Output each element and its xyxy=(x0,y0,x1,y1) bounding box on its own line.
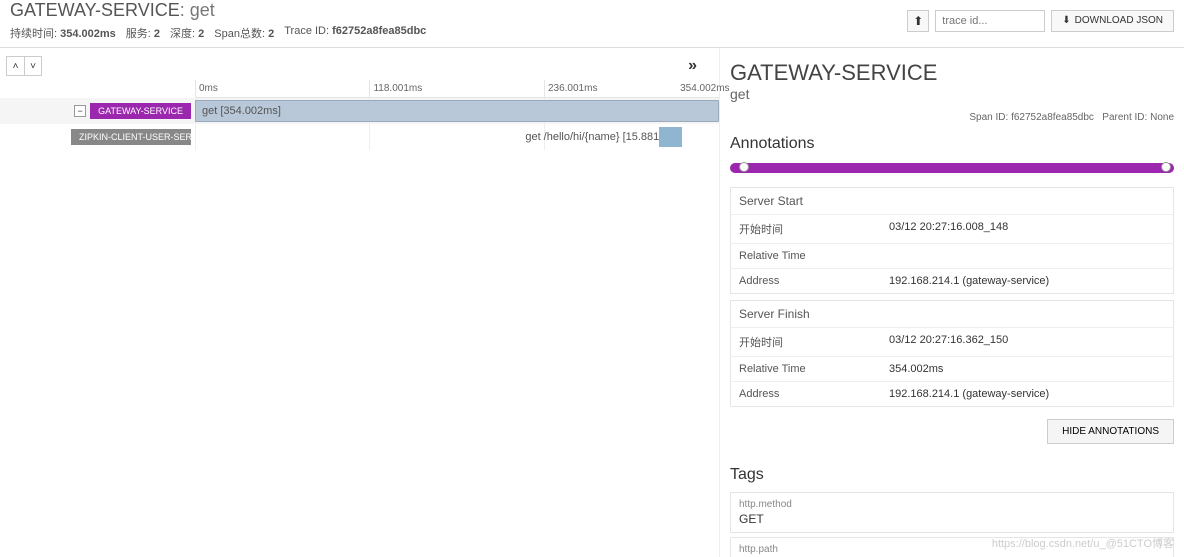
span-bar[interactable]: get [354.002ms] xyxy=(195,100,719,122)
span-bar-col: get /hello/hi/{name} [15.881ms] xyxy=(195,124,719,150)
annotation-value: 03/12 20:27:16.362_150 xyxy=(889,334,1165,350)
chevron-up-icon: ˄ xyxy=(13,61,19,72)
span-bar-label: get /hello/hi/{name} [15.881ms] xyxy=(525,131,677,143)
tags-heading: Tags xyxy=(730,466,1174,484)
annotation-key: Relative Time xyxy=(739,250,889,262)
span-duration-bar xyxy=(659,127,683,147)
annotation-value: 192.168.214.1 (gateway-service) xyxy=(889,275,1165,287)
download-icon: ⬇ xyxy=(1062,15,1070,26)
page-title: GATEWAY-SERVICE: get xyxy=(10,0,426,21)
tag-key: http.method xyxy=(739,499,1165,510)
span-service-tag: GATEWAY-SERVICE xyxy=(90,103,191,119)
title-method: : get xyxy=(180,0,215,20)
annotation-row: Address192.168.214.1 (gateway-service) xyxy=(731,381,1173,406)
annotation-row: Relative Time354.002ms xyxy=(731,356,1173,381)
main: ˄ ˅ » 0ms 118.001ms 236.001ms 354.002ms … xyxy=(0,48,1184,557)
hide-annotations-button[interactable]: HIDE ANNOTATIONS xyxy=(1047,419,1174,444)
time-tick: 354.002ms xyxy=(677,80,729,98)
annotation-group: Server Start开始时间03/12 20:27:16.008_148Re… xyxy=(730,187,1174,294)
annotation-row: 开始时间03/12 20:27:16.008_148 xyxy=(731,214,1173,243)
annotation-row: Address192.168.214.1 (gateway-service) xyxy=(731,268,1173,293)
annotation-row: Relative Time xyxy=(731,243,1173,268)
collapse-up-button[interactable]: ˄ xyxy=(6,56,24,76)
annotation-key: Address xyxy=(739,388,889,400)
download-label: DOWNLOAD JSON xyxy=(1075,15,1163,26)
annotation-dot-start[interactable] xyxy=(739,162,749,172)
arrow-group: ˄ ˅ xyxy=(6,56,42,76)
annotations-heading: Annotations xyxy=(730,135,1174,153)
meta-line: 持续时间: 354.002ms 服务: 2 深度: 2 Span总数: 2 Tr… xyxy=(10,25,426,41)
chevron-double-right-icon: » xyxy=(688,57,697,74)
id-line: Span ID: f62752a8fea85dbc Parent ID: Non… xyxy=(730,112,1174,123)
annotation-key: Relative Time xyxy=(739,363,889,375)
span-bar-label: get [354.002ms] xyxy=(202,105,281,117)
detail-subtitle: get xyxy=(730,86,1174,102)
tag-value: GET xyxy=(739,512,1165,526)
annotation-group: Server Finish开始时间03/12 20:27:16.362_150R… xyxy=(730,300,1174,407)
collapse-right-button[interactable]: » xyxy=(688,57,713,75)
annotation-dot-end[interactable] xyxy=(1161,162,1171,172)
expand-down-button[interactable]: ˅ xyxy=(24,56,42,76)
annotation-row: 开始时间03/12 20:27:16.362_150 xyxy=(731,327,1173,356)
annotation-timeline[interactable] xyxy=(730,163,1174,173)
annotation-value xyxy=(889,250,1165,262)
topbar-left: GATEWAY-SERVICE: get 持续时间: 354.002ms 服务:… xyxy=(10,0,426,41)
annotation-key: 开始时间 xyxy=(739,334,889,350)
timeline-pane: ˄ ˅ » 0ms 118.001ms 236.001ms 354.002ms … xyxy=(0,48,719,557)
trace-id-input[interactable] xyxy=(935,10,1045,32)
download-json-button[interactable]: ⬇ DOWNLOAD JSON xyxy=(1051,10,1174,32)
upload-button[interactable]: ⬆ xyxy=(907,10,929,32)
annotation-value: 192.168.214.1 (gateway-service) xyxy=(889,388,1165,400)
chevron-down-icon: ˅ xyxy=(30,61,36,72)
topbar: GATEWAY-SERVICE: get 持续时间: 354.002ms 服务:… xyxy=(0,0,1184,48)
annotation-key: 开始时间 xyxy=(739,221,889,237)
time-tick: 0ms xyxy=(195,80,218,98)
time-tick: 236.001ms xyxy=(544,80,597,98)
detail-pane: GATEWAY-SERVICE get Span ID: f62752a8fea… xyxy=(719,48,1184,557)
annotation-value: 03/12 20:27:16.008_148 xyxy=(889,221,1165,237)
span-service-tag: ZIPKIN-CLIENT-USER-SERVICE xyxy=(71,129,191,145)
title-service: GATEWAY-SERVICE xyxy=(10,0,180,20)
span-label-col: ZIPKIN-CLIENT-USER-SERVICE xyxy=(0,129,195,145)
annotation-group-title: Server Start xyxy=(731,188,1173,214)
span-bar-col: get [354.002ms] xyxy=(195,98,719,124)
span-bar[interactable]: get /hello/hi/{name} [15.881ms] xyxy=(195,126,719,148)
span-label-col: − GATEWAY-SERVICE xyxy=(0,103,195,119)
annotation-group-title: Server Finish xyxy=(731,301,1173,327)
detail-title: GATEWAY-SERVICE xyxy=(730,60,1174,86)
span-row[interactable]: ZIPKIN-CLIENT-USER-SERVICE get /hello/hi… xyxy=(0,124,719,150)
annotation-key: Address xyxy=(739,275,889,287)
time-header: 0ms 118.001ms 236.001ms 354.002ms xyxy=(195,80,719,98)
timeline-area: 0ms 118.001ms 236.001ms 354.002ms − GATE… xyxy=(0,80,719,150)
span-row[interactable]: − GATEWAY-SERVICE get [354.002ms] xyxy=(0,98,719,124)
tree-toggle[interactable]: − xyxy=(74,105,86,117)
time-tick: 118.001ms xyxy=(369,80,422,98)
annotation-value: 354.002ms xyxy=(889,363,1165,375)
tag-item: http.method GET xyxy=(730,492,1174,533)
topbar-right: ⬆ ⬇ DOWNLOAD JSON xyxy=(907,10,1174,32)
watermark: https://blog.csdn.net/u_@51CTO博客 xyxy=(992,535,1174,551)
timeline-controls: ˄ ˅ » xyxy=(0,48,719,80)
upload-icon: ⬆ xyxy=(913,14,923,28)
